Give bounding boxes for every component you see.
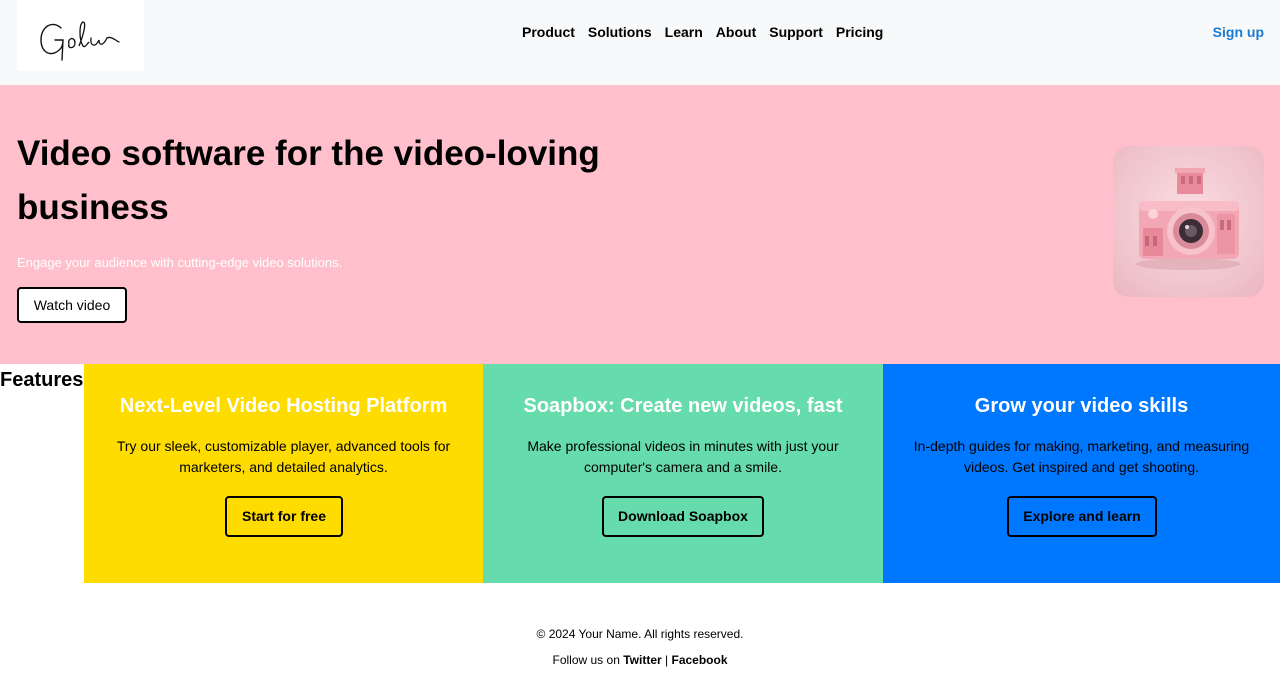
hero-title: Video software for the video-loving busi… — [17, 134, 600, 227]
feature-card-description: Make professional videos in minutes with… — [527, 438, 839, 475]
feature-card-description: In-depth guides for making, marketing, a… — [913, 438, 1250, 475]
feature-card-soapbox: Soapbox: Create new videos, fast Make pr… — [483, 364, 883, 583]
start-for-free-button[interactable]: Start for free — [225, 496, 343, 537]
facebook-link[interactable]: Facebook — [671, 653, 727, 667]
feature-card-title: Next-Level Video Hosting Platform — [119, 395, 448, 417]
social-links: Follow us on Twitter | Facebook — [0, 653, 1280, 667]
signup-link[interactable]: Sign up — [1213, 24, 1264, 40]
feature-card-hosting: Next-Level Video Hosting Platform Try ou… — [84, 364, 483, 583]
pink-camera-image — [1113, 146, 1264, 297]
feature-card-skills: Grow your video skills In-depth guides f… — [883, 364, 1280, 583]
hero-section: Video software for the video-loving busi… — [0, 85, 1280, 364]
nav-learn[interactable]: Learn — [665, 24, 703, 40]
hero-subtitle: Engage your audience with cutting-edge v… — [17, 255, 343, 270]
feature-card-title: Soapbox: Create new videos, fast — [523, 395, 843, 417]
site-header: Product Solutions Learn About Support Pr… — [0, 0, 1280, 85]
logo[interactable] — [17, 0, 144, 71]
feature-card-title: Grow your video skills — [974, 395, 1189, 417]
logo-signature — [40, 21, 120, 61]
nav-about[interactable]: About — [716, 24, 756, 40]
main-nav: Product Solutions Learn About Support Pr… — [522, 24, 883, 40]
features-heading: Features — [0, 369, 84, 391]
nav-solutions[interactable]: Solutions — [588, 24, 652, 40]
twitter-link[interactable]: Twitter — [623, 653, 661, 667]
watch-video-button[interactable]: Watch video — [17, 287, 127, 323]
follow-prefix: Follow us on — [552, 653, 620, 667]
site-footer: © 2024 Your Name. All rights reserved. F… — [0, 583, 1280, 679]
nav-product[interactable]: Product — [522, 24, 575, 40]
explore-and-learn-button[interactable]: Explore and learn — [1007, 496, 1157, 537]
download-soapbox-button[interactable]: Download Soapbox — [602, 496, 764, 537]
camera-icon — [1136, 168, 1240, 270]
feature-card-description: Try our sleek, customizable player, adva… — [116, 438, 451, 475]
nav-pricing[interactable]: Pricing — [836, 24, 883, 40]
nav-support[interactable]: Support — [769, 24, 823, 40]
link-separator: | — [665, 653, 669, 667]
copyright-text: © 2024 Your Name. All rights reserved. — [536, 627, 744, 641]
